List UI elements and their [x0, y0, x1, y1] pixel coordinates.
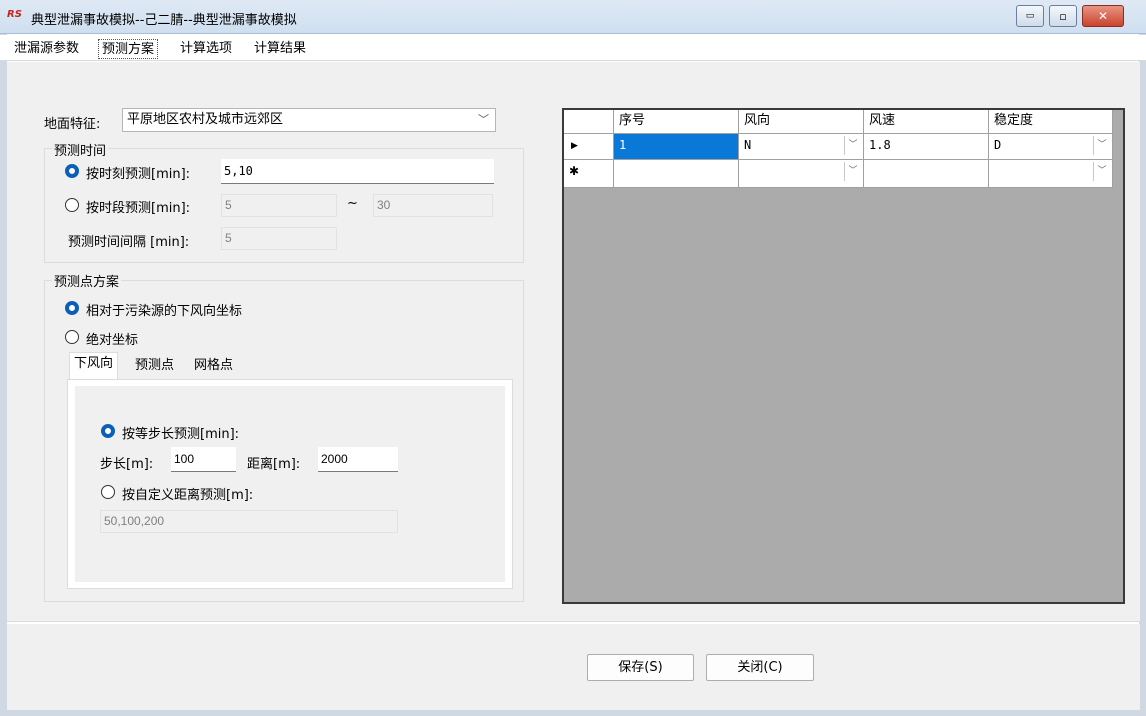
custom-distance-label[interactable]: 按自定义距离预测[m]: — [122, 484, 253, 503]
grid-cell-wind-dir[interactable]: ﹀ — [739, 160, 864, 188]
row-header[interactable]: ✱ — [564, 160, 614, 188]
footer-panel — [7, 624, 1140, 710]
subtab-predict-points[interactable]: 预测点 — [131, 355, 178, 379]
by-moment-label[interactable]: 按时刻预测[min]: — [86, 163, 190, 182]
subtab-grid-points[interactable]: 网格点 — [190, 355, 237, 379]
step-label: 步长[m]: — [100, 457, 154, 472]
by-period-label[interactable]: 按时段预测[min]: — [86, 197, 190, 216]
absolute-coords-label[interactable]: 绝对坐标 — [86, 329, 138, 348]
by-moment-input[interactable]: 5,10 — [221, 159, 494, 184]
row-header[interactable]: ▶ — [564, 134, 614, 160]
relative-coords-radio[interactable] — [65, 301, 79, 315]
interval-label: 预测时间间隔 [min]: — [68, 235, 190, 250]
minimize-button[interactable]: ▭ — [1016, 5, 1044, 27]
chevron-down-icon[interactable]: ﹀ — [1093, 136, 1110, 155]
minimize-icon: ▭ — [1025, 11, 1035, 21]
distance-label: 距离[m]: — [247, 457, 301, 472]
distance-input[interactable]: 2000 — [318, 447, 398, 472]
app-icon: RS — [7, 9, 22, 20]
chevron-down-icon: ﹀ — [478, 113, 489, 126]
step-input[interactable]: 100 — [171, 447, 236, 472]
new-row-icon: ✱ — [569, 164, 580, 178]
equal-step-radio[interactable] — [101, 424, 115, 438]
window-title: 典型泄漏事故模拟--己二腈--典型泄漏事故模拟 — [31, 13, 297, 28]
equal-step-label[interactable]: 按等步长预测[min]: — [122, 423, 239, 442]
predict-time-title: 预测时间 — [52, 140, 109, 159]
grid-cell-stability[interactable]: D ﹀ — [989, 134, 1113, 160]
tab-bar — [0, 35, 1146, 61]
custom-distance-radio[interactable] — [101, 485, 115, 499]
grid-corner — [564, 110, 614, 134]
terrain-select[interactable]: 平原地区农村及城市远郊区 ﹀ — [122, 108, 496, 132]
tab-calc-results[interactable]: 计算结果 — [251, 39, 309, 59]
maximize-icon: ▫ — [1059, 9, 1067, 23]
maximize-button[interactable]: ▫ — [1049, 5, 1077, 27]
grid-cell-no[interactable]: 1 — [614, 134, 739, 160]
close-window-button[interactable]: ✕ — [1082, 5, 1124, 27]
absolute-coords-radio[interactable] — [65, 330, 79, 344]
current-row-icon: ▶ — [571, 141, 578, 151]
custom-distance-input[interactable]: 50,100,200 — [100, 510, 398, 533]
column-header-wind-dir[interactable]: 风向 — [739, 110, 864, 134]
tab-calc-options[interactable]: 计算选项 — [177, 39, 235, 59]
chevron-down-icon[interactable]: ﹀ — [844, 136, 861, 155]
column-header-wind-speed[interactable]: 风速 — [864, 110, 989, 134]
period-from-input[interactable]: 5 — [221, 194, 337, 217]
column-header-stability[interactable]: 稳定度 — [989, 110, 1113, 134]
save-button[interactable]: 保存(S) — [587, 654, 694, 681]
column-header-no[interactable]: 序号 — [614, 110, 739, 134]
close-icon: ✕ — [1097, 9, 1109, 23]
predict-points-title: 预测点方案 — [52, 271, 122, 290]
grid-cell-stability[interactable]: ﹀ — [989, 160, 1113, 188]
chevron-down-icon[interactable]: ﹀ — [844, 162, 861, 181]
interval-input[interactable]: 5 — [221, 227, 337, 250]
wind-dir-value: N — [744, 138, 752, 152]
by-moment-radio[interactable] — [65, 164, 79, 178]
relative-coords-label[interactable]: 相对于污染源的下风向坐标 — [86, 300, 242, 319]
close-button[interactable]: 关闭(C) — [706, 654, 814, 681]
weather-grid[interactable]: 序号 风向 风速 稳定度 ▶ 1 N ﹀ 1.8 D ﹀ ✱ ﹀ ﹀ — [562, 108, 1125, 604]
by-period-radio[interactable] — [65, 198, 79, 212]
terrain-label: 地面特征: — [44, 117, 101, 132]
period-to-input[interactable]: 30 — [373, 194, 493, 217]
period-separator: ~ — [347, 196, 358, 211]
grid-cell-wind-speed[interactable] — [864, 160, 989, 188]
grid-cell-no[interactable] — [614, 160, 739, 188]
grid-cell-wind-dir[interactable]: N ﹀ — [739, 134, 864, 160]
chevron-down-icon[interactable]: ﹀ — [1093, 162, 1110, 181]
grid-cell-wind-speed[interactable]: 1.8 — [864, 134, 989, 160]
tab-prediction-plan[interactable]: 预测方案 — [98, 39, 159, 59]
terrain-value: 平原地区农村及城市远郊区 — [127, 112, 284, 127]
subtab-downwind[interactable]: 下风向 — [69, 352, 119, 380]
tab-leak-source-params[interactable]: 泄漏源参数 — [11, 39, 82, 59]
stability-value: D — [994, 138, 1002, 152]
